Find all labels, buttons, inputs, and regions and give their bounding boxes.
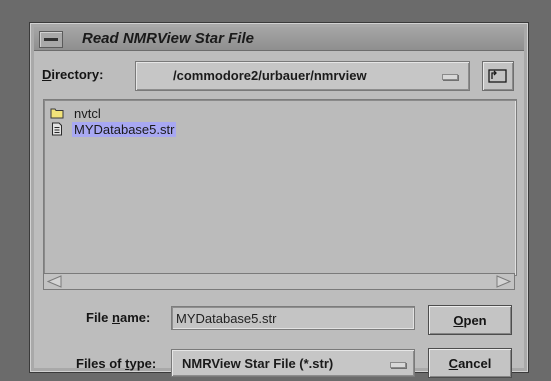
directory-path: /commodore2/urbauer/nmrview <box>173 68 367 83</box>
scroll-left-icon[interactable] <box>46 275 62 288</box>
file-name: nvtcl <box>74 105 101 121</box>
file-name-label: File name: <box>86 310 151 325</box>
dialog-content: Directory: /commodore2/urbauer/nmrview n… <box>34 51 524 378</box>
up-directory-button[interactable] <box>482 61 514 91</box>
up-folder-icon <box>488 69 507 83</box>
folder-icon <box>50 106 64 120</box>
directory-combo[interactable]: /commodore2/urbauer/nmrview <box>135 61 470 91</box>
list-item-folder[interactable]: nvtcl <box>50 105 103 121</box>
cancel-button[interactable]: Cancel <box>428 348 512 378</box>
document-icon <box>50 122 64 136</box>
scroll-right-icon[interactable] <box>496 275 512 288</box>
dialog-title: Read NMRView Star File <box>82 30 254 47</box>
window-menu-icon[interactable] <box>39 31 63 48</box>
file-name-input[interactable] <box>172 307 414 329</box>
file-type-value: NMRView Star File (*.str) <box>182 356 334 371</box>
title-bar[interactable]: Read NMRView Star File <box>34 27 524 51</box>
directory-label: Directory: <box>42 67 104 82</box>
horizontal-scrollbar[interactable] <box>43 273 515 290</box>
dropdown-dash-icon <box>442 74 458 80</box>
file-name-selected: MYDatabase5.str <box>72 121 177 137</box>
list-item-file[interactable]: MYDatabase5.str <box>50 121 177 137</box>
open-button[interactable]: Open <box>428 305 512 335</box>
dropdown-dash-icon <box>390 362 406 368</box>
file-type-label: Files of type: <box>76 356 157 371</box>
file-type-combo[interactable]: NMRView Star File (*.str) <box>171 349 415 377</box>
file-list[interactable]: nvtcl MYDatabase5.str <box>43 99 517 276</box>
file-name-field[interactable] <box>171 306 415 330</box>
dialog-window: Read NMRView Star File Directory: /commo… <box>29 22 529 378</box>
